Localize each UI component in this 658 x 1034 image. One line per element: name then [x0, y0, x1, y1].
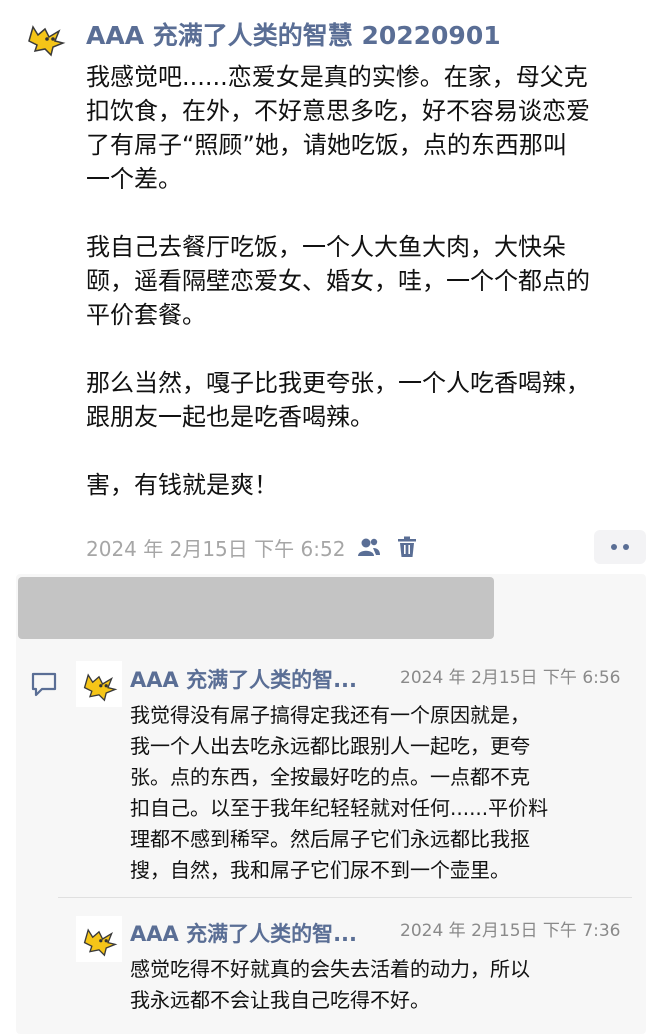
comment-bubble-icon	[30, 670, 60, 700]
comment-line: 扣自己。以至于我年纪轻轻就对任何......平价料	[130, 796, 549, 820]
post-line: 一个差。	[86, 165, 182, 193]
comment-line: 张。点的东西，全按最好吃的点。一点都不克	[130, 765, 530, 789]
post-line: 那么当然，嘎子比我更夸张，一个人吃香喝辣，	[86, 369, 590, 397]
redacted-likes-bar	[18, 577, 494, 639]
comment-line: 我觉得没有屌子搞得定我还有一个原因就是，	[130, 703, 530, 727]
post-line: 扣饮食，在外，不好意思多吃，好不容易谈恋爱	[86, 97, 590, 125]
comment-line: 我永远都不会让我自己吃得不好。	[130, 988, 430, 1012]
post-line: 颐，遥看隔壁恋爱女、婚女，哇，一个个都点的	[86, 267, 590, 295]
more-dots-icon	[611, 544, 617, 550]
comment-author-name[interactable]: AAA 充满了人类的智...	[130, 918, 357, 948]
author-avatar[interactable]	[20, 12, 70, 62]
comment-avatar[interactable]	[76, 916, 122, 962]
comment-body: 我觉得没有屌子搞得定我还有一个原因就是， 我一个人出去吃永远都比跟别人一起吃，更…	[130, 700, 640, 886]
comment-line: 搜，自然，我和屌子它们尿不到一个壶里。	[130, 858, 510, 882]
post-line: 跟朋友一起也是吃香喝辣。	[86, 403, 374, 431]
comment-line: 理都不感到稀罕。然后屌子它们永远都比我抠	[130, 827, 530, 851]
visibility-group-icon[interactable]	[355, 533, 383, 561]
more-options-button[interactable]	[594, 530, 646, 564]
cat-avatar-icon	[83, 928, 118, 957]
post-line: 平价套餐。	[86, 301, 206, 329]
post-timestamp: 2024 年 2月15日 下午 6:52	[86, 536, 346, 561]
post-line: 我感觉吧......恋爱女是真的实惨。在家，母父克	[86, 63, 588, 91]
post-meta-row: 2024 年 2月15日 下午 6:52	[86, 532, 421, 562]
comment-line: 感觉吃得不好就真的会失去活着的动力，所以	[130, 957, 530, 981]
comment-avatar[interactable]	[76, 661, 122, 707]
comment-author-name[interactable]: AAA 充满了人类的智...	[130, 664, 357, 694]
post-line: 了有屌子“照顾”她，请她吃饭，点的东西那叫	[86, 131, 567, 159]
comment-timestamp: 2024 年 2月15日 下午 6:56	[400, 668, 621, 688]
comment-divider	[58, 897, 632, 898]
post-author-name[interactable]: AAA 充满了人类的智慧 20220901	[86, 16, 501, 52]
delete-icon[interactable]	[393, 533, 421, 561]
post-line: 我自己去餐厅吃饭，一个人大鱼大肉，大快朵	[86, 233, 566, 261]
cat-avatar-icon	[83, 673, 118, 702]
comment-timestamp: 2024 年 2月15日 下午 7:36	[400, 921, 621, 941]
comment-line: 我一个人出去吃永远都比跟别人一起吃，更夸	[130, 734, 530, 758]
comment-body: 感觉吃得不好就真的会失去活着的动力，所以 我永远都不会让我自己吃得不好。	[130, 954, 640, 1016]
post-line: 害，有钱就是爽！	[86, 471, 278, 499]
cat-avatar-icon	[28, 25, 66, 57]
post-body: 我感觉吧......恋爱女是真的实惨。在家，母父克 扣饮食，在外，不好意思多吃，…	[86, 60, 646, 502]
